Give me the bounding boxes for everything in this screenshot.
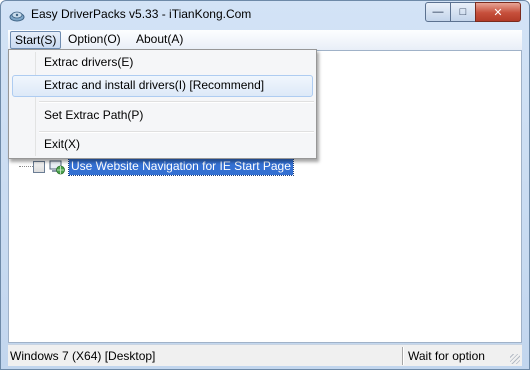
tree-connector xyxy=(19,166,33,167)
menu-item-extract-install-drivers[interactable]: Extrac and install drivers(I) [Recommend… xyxy=(12,75,313,97)
maximize-icon: □ xyxy=(459,6,467,18)
menu-bar: Start(S) Option(O) About(A) xyxy=(8,30,522,50)
status-divider xyxy=(402,347,404,365)
menu-start[interactable]: Start(S) xyxy=(10,31,62,49)
menu-separator xyxy=(39,101,314,103)
minimize-icon: — xyxy=(432,6,444,18)
status-os-info: Windows 7 (X64) [Desktop] xyxy=(10,349,156,363)
start-menu-dropdown: Extrac drivers(E) Extrac and install dri… xyxy=(8,49,317,159)
close-icon: ✕ xyxy=(493,6,503,19)
network-globe-icon xyxy=(49,160,65,175)
menu-item-exit[interactable]: Exit(X) xyxy=(12,134,313,156)
tree-item-label[interactable]: Use Website Navigation for IE Start Page xyxy=(68,157,294,176)
menu-separator xyxy=(39,131,314,133)
window-title: Easy DriverPacks v5.33 - iTianKong.Com xyxy=(31,7,252,21)
app-window: Easy DriverPacks v5.33 - iTianKong.Com —… xyxy=(0,0,530,370)
menu-option[interactable]: Option(O) xyxy=(64,31,125,49)
title-bar[interactable]: Easy DriverPacks v5.33 - iTianKong.Com —… xyxy=(1,1,529,29)
menu-item-extract-drivers[interactable]: Extrac drivers(E) xyxy=(12,52,313,74)
driver-pack-icon xyxy=(9,11,25,22)
minimize-button[interactable]: — xyxy=(425,2,451,22)
resize-grip[interactable] xyxy=(510,354,520,364)
menu-item-set-extract-path[interactable]: Set Extrac Path(P) xyxy=(12,105,313,127)
close-button[interactable]: ✕ xyxy=(475,2,521,22)
menu-about[interactable]: About(A) xyxy=(132,31,187,49)
maximize-button[interactable]: □ xyxy=(450,2,476,22)
status-bar: Windows 7 (X64) [Desktop] Wait for optio… xyxy=(8,344,522,366)
tree-item-checkbox[interactable] xyxy=(33,161,45,173)
status-message: Wait for option xyxy=(408,349,485,363)
